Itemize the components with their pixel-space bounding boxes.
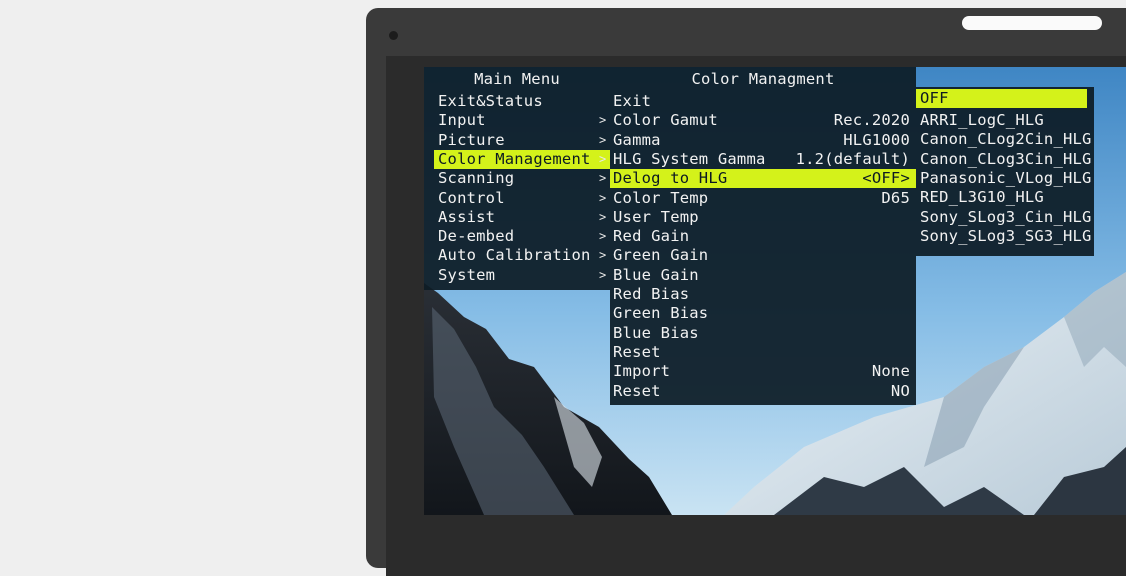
color-menu-item-color-gamut[interactable]: > Color Gamut Rec.2020 xyxy=(599,111,916,130)
main-menu-title: Main Menu xyxy=(474,70,560,88)
main-menu-item-label: Auto Calibration xyxy=(438,246,591,265)
color-menu-item-blue-gain[interactable]: > Blue Gain xyxy=(599,265,916,285)
submenu-arrow-icon: > xyxy=(599,209,607,224)
color-menu-item-value: <OFF> xyxy=(862,169,910,188)
main-menu-item-label: Scanning xyxy=(438,169,515,188)
color-menu-item-value: HLG1000 xyxy=(843,130,910,149)
color-menu-item-reset[interactable]: Reset xyxy=(610,343,916,362)
main-menu-item-de-embed[interactable]: De-embed xyxy=(424,227,610,246)
color-menu-item-label: Red Bias xyxy=(613,285,690,303)
color-management-panel: Color Managment Exit > Color Gamut Rec.202… xyxy=(599,67,916,405)
submenu-arrow-icon: > xyxy=(599,132,607,147)
color-menu-item-label: Reset xyxy=(613,381,661,400)
delog-option-label: RED_L3G10_HLG xyxy=(920,188,1044,207)
submenu-arrow-icon: > xyxy=(599,248,607,263)
color-menu-item-label: Exit xyxy=(613,92,652,110)
color-menu-item-blue-bias[interactable]: Blue Bias xyxy=(610,324,916,343)
main-menu-item-label: Picture xyxy=(438,130,505,149)
color-menu-item-label: Reset xyxy=(613,342,661,361)
main-menu-item-scanning[interactable]: Scanning xyxy=(424,169,610,188)
color-menu-item-delog-to-hlg[interactable]: > Delog to HLG <OFF> xyxy=(599,169,916,189)
main-menu-item-label: Exit&Status xyxy=(438,92,543,110)
color-menu-item-label: Blue Bias xyxy=(613,323,699,342)
main-menu-item-label: Color Management xyxy=(438,149,591,168)
delog-option-red-l3g10[interactable]: RED_L3G10_HLG xyxy=(916,188,1094,207)
delog-option-label: Sony_SLog3_SG3_HLG xyxy=(920,226,1092,245)
delog-option-sony-slog3-sg3[interactable]: Sony_SLog3_SG3_HLG xyxy=(916,227,1094,246)
color-menu-item-label: Green Bias xyxy=(613,304,709,323)
color-menu-item-label: Delog to HLG xyxy=(613,169,728,188)
delog-option-canon-clog2[interactable]: Canon_CLog2Cin_HLG xyxy=(916,130,1094,149)
color-menu-item-label: Gamma xyxy=(613,130,661,149)
color-menu-item-user-temp[interactable]: > User Temp xyxy=(599,207,916,227)
color-menu-item-exit[interactable]: Exit xyxy=(610,92,916,111)
main-menu-item-label: De-embed xyxy=(438,227,515,246)
delog-option-off[interactable]: OFF xyxy=(916,89,1087,109)
main-menu-panel: Main Menu Exit&Status Input Picture Colo… xyxy=(424,67,610,290)
color-menu-item-label: Green Gain xyxy=(613,246,709,265)
color-menu-item-label: Red Gain xyxy=(613,227,690,246)
submenu-arrow-icon: > xyxy=(599,151,607,166)
main-menu-item-label: Input xyxy=(438,111,486,130)
color-menu-item-color-temp[interactable]: > Color Temp D65 xyxy=(599,188,916,208)
main-menu-item-exit-status[interactable]: Exit&Status xyxy=(424,92,610,111)
main-menu-item-label: Control xyxy=(438,188,505,207)
color-menu-item-value: 1.2(default) xyxy=(795,149,910,168)
delog-option-label: OFF xyxy=(920,89,949,107)
submenu-arrow-icon: > xyxy=(599,171,607,186)
color-menu-item-hlg-system-gamma[interactable]: > HLG System Gamma 1.2(default) xyxy=(599,149,916,169)
main-menu-item-color-management[interactable]: Color Management xyxy=(434,149,610,170)
color-menu-item-red-gain[interactable]: > Red Gain xyxy=(599,227,916,246)
delog-option-panasonic-vlog[interactable]: Panasonic_VLog_HLG xyxy=(916,169,1094,188)
delog-option-label: ARRI_LogC_HLG xyxy=(920,111,1044,129)
color-menu-item-value: NO xyxy=(890,381,910,400)
main-menu-item-picture[interactable]: Picture xyxy=(424,131,610,150)
color-menu-item-import[interactable]: Import None xyxy=(610,362,916,381)
delog-option-label: Canon_CLog2Cin_HLG xyxy=(920,130,1092,149)
monitor-screen: Main Menu Exit&Status Input Picture Colo… xyxy=(424,67,1126,515)
color-menu-item-label: HLG System Gamma xyxy=(613,149,766,168)
color-menu-item-label: User Temp xyxy=(613,207,699,226)
submenu-arrow-icon: > xyxy=(599,267,607,282)
main-menu-item-auto-calibration[interactable]: Auto Calibration xyxy=(424,246,610,265)
color-menu-item-label: Import xyxy=(613,362,671,381)
delog-option-arri-logc[interactable]: ARRI_LogC_HLG xyxy=(916,111,1094,130)
hardware-slot xyxy=(962,16,1102,30)
delog-option-label: Panasonic_VLog_HLG xyxy=(920,168,1092,187)
color-menu-item-value: D65 xyxy=(881,188,910,207)
color-menu-item-label: Blue Gain xyxy=(613,265,699,284)
color-menu-item-value: Rec.2020 xyxy=(833,111,910,130)
main-menu-item-control[interactable]: Control xyxy=(424,189,610,208)
color-menu-item-green-bias[interactable]: Green Bias xyxy=(610,304,916,323)
submenu-arrow-icon: > xyxy=(599,229,607,244)
color-menu-item-red-bias[interactable]: Red Bias xyxy=(610,285,916,304)
color-menu-title: Color Managment xyxy=(691,70,835,88)
sensor-dot xyxy=(389,31,398,40)
color-menu-item-label: Color Temp xyxy=(613,188,709,207)
delog-option-label: Canon_CLog3Cin_HLG xyxy=(920,149,1092,168)
delog-option-sony-slog3-cin[interactable]: Sony_SLog3_Cin_HLG xyxy=(916,208,1094,227)
submenu-arrow-icon: > xyxy=(599,113,607,128)
color-menu-item-gamma[interactable]: > Gamma HLG1000 xyxy=(599,130,916,150)
color-menu-item-label: Color Gamut xyxy=(613,111,718,130)
main-menu-item-label: Assist xyxy=(438,207,496,226)
delog-option-canon-clog3[interactable]: Canon_CLog3Cin_HLG xyxy=(916,150,1094,169)
delog-option-label: Sony_SLog3_Cin_HLG xyxy=(920,207,1092,226)
main-menu-item-system[interactable]: System xyxy=(424,266,610,285)
delog-options-panel: OFF ARRI_LogC_HLG Canon_CLog2Cin_HLG Can… xyxy=(916,87,1094,256)
submenu-arrow-icon: > xyxy=(599,190,607,205)
color-menu-item-value: None xyxy=(871,362,910,381)
main-menu-item-input[interactable]: Input xyxy=(424,111,610,130)
color-menu-item-reset-all[interactable]: Reset NO xyxy=(610,382,916,401)
main-menu-item-label: System xyxy=(438,265,496,284)
color-menu-item-green-gain[interactable]: > Green Gain xyxy=(599,246,916,265)
main-menu-item-assist[interactable]: Assist xyxy=(424,208,610,227)
